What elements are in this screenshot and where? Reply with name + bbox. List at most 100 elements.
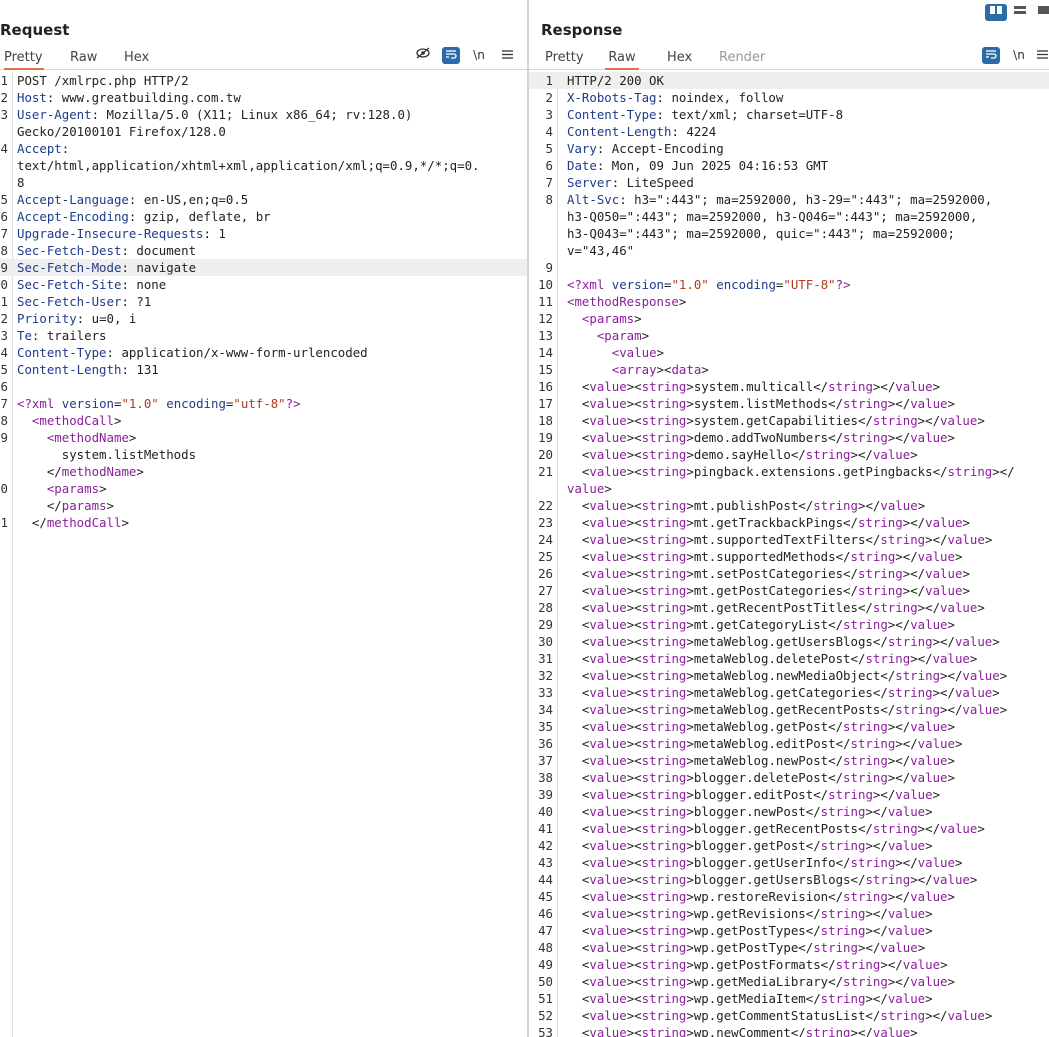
line-text: v="43,46"	[567, 243, 635, 258]
response-title: Response	[541, 21, 623, 39]
line-text: Content-Type: text/xml; charset=UTF-8	[567, 107, 844, 122]
line-text: <value><string>mt.getRecentPostTitles</s…	[567, 600, 985, 615]
code-line: 47 <value><string>wp.getPostTypes</strin…	[529, 922, 1049, 939]
line-number: 23	[538, 515, 553, 530]
line-number: 1	[545, 73, 553, 88]
code-line: 39 <value><string>blogger.editPost</stri…	[529, 786, 1049, 803]
code-line: 3 Content-Type: text/xml; charset=UTF-8	[529, 106, 1049, 123]
tab-raw[interactable]: Raw	[605, 49, 639, 70]
code-line: 19 <value><string>demo.addTwoNumbers</st…	[529, 429, 1049, 446]
line-text: <value><string>system.multicall</string>…	[567, 379, 941, 394]
code-line: 8	[0, 174, 528, 191]
line-number: 10	[538, 277, 553, 292]
layout-stacked-icon[interactable]	[1009, 4, 1031, 21]
line-text: Alt-Svc: h3=":443"; ma=2592000, h3-29=":…	[567, 192, 993, 207]
line-number: 3	[0, 107, 8, 122]
line-text: <value><string>wp.getCommentStatusList</…	[567, 1008, 993, 1023]
line-text: <array><data>	[611, 362, 709, 377]
line-number: 30	[538, 634, 553, 649]
request-editor[interactable]: 1 POST /xmlrpc.php HTTP/2 2 Host: www.great…	[0, 72, 528, 1037]
line-number: 5	[545, 141, 553, 156]
line-text: h3-Q050=":443"; ma=2592000, h3-Q046=":44…	[567, 209, 978, 224]
line-text: <?xml version="1.0" encoding="utf-8"?>	[17, 396, 301, 411]
newline-icon[interactable]: \n	[1010, 47, 1028, 64]
code-line: 18 <methodCall>	[0, 412, 528, 429]
code-line: value>	[529, 480, 1049, 497]
line-text: <value><string>mt.publishPost</string></…	[567, 498, 926, 513]
tab-hex[interactable]: Hex	[667, 49, 692, 68]
code-line: 4 Content-Length: 4224	[529, 123, 1049, 140]
line-number: 49	[538, 957, 553, 972]
hide-nonprintable-icon[interactable]	[414, 47, 432, 64]
code-line: 18 <value><string>system.getCapabilities…	[529, 412, 1049, 429]
code-line: 32 <value><string>metaWeblog.newMediaObj…	[529, 667, 1049, 684]
line-text: POST /xmlrpc.php HTTP/2	[17, 73, 189, 88]
code-line: 23 <value><string>mt.getTrackbackPings</…	[529, 514, 1049, 531]
code-line: 11 <methodResponse>	[529, 293, 1049, 310]
line-text: <value><string>mt.supportedMethods</stri…	[567, 549, 963, 564]
code-line: 2 X-Robots-Tag: noindex, follow	[529, 89, 1049, 106]
line-text: Sec-Fetch-Mode: navigate	[17, 260, 197, 275]
line-number: 19	[538, 430, 553, 445]
code-line: 16	[0, 378, 528, 395]
code-line: 36 <value><string>metaWeblog.editPost</s…	[529, 735, 1049, 752]
code-line: 14 <value>	[529, 344, 1049, 361]
tab-hex[interactable]: Hex	[124, 49, 149, 68]
line-number: 4	[0, 141, 8, 156]
menu-icon[interactable]	[1035, 47, 1049, 64]
line-text: <value><string>system.getCapabilities</s…	[567, 413, 985, 428]
line-text: Accept-Language: en-US,en;q=0.5	[17, 192, 249, 207]
line-text: <value><string>wp.newComment</string></v…	[567, 1025, 918, 1037]
line-text: X-Robots-Tag: noindex, follow	[567, 90, 784, 105]
code-line: system.listMethods	[0, 446, 528, 463]
code-line: 35 <value><string>metaWeblog.getPost</st…	[529, 718, 1049, 735]
line-text: <value><string>blogger.deletePost</strin…	[567, 770, 955, 785]
code-line: 17 <value><string>system.listMethods</st…	[529, 395, 1049, 412]
wrap-lines-icon[interactable]	[982, 47, 1000, 64]
line-text: <value><string>metaWeblog.getRecentPosts…	[567, 702, 1008, 717]
line-text: Content-Length: 4224	[567, 124, 717, 139]
line-number: 48	[538, 940, 553, 955]
line-number: 28	[538, 600, 553, 615]
request-pane: Request Pretty Raw Hex \n 1 POST /xmlrpc.…	[0, 0, 528, 1037]
line-text: h3-Q043=":443"; ma=2592000, quic=":443";…	[567, 226, 955, 241]
wrap-lines-icon[interactable]	[442, 47, 460, 64]
tab-pretty[interactable]: Pretty	[4, 49, 44, 70]
response-editor[interactable]: 1 HTTP/2 200 OK 2 X-Robots-Tag: noindex, fo…	[529, 72, 1049, 1037]
layout-side-by-side-icon[interactable]	[985, 4, 1007, 21]
code-line: 24 <value><string>mt.supportedTextFilter…	[529, 531, 1049, 548]
newline-icon[interactable]: \n	[470, 47, 488, 64]
code-line: 5 Accept-Language: en-US,en;q=0.5	[0, 191, 528, 208]
tab-render[interactable]: Render	[719, 49, 765, 68]
line-number: 44	[538, 872, 553, 887]
line-number: 34	[538, 702, 553, 717]
code-line: 4 Accept:	[0, 140, 528, 157]
code-line: 43 <value><string>blogger.getUserInfo</s…	[529, 854, 1049, 871]
code-line: text/html,application/xhtml+xml,applicat…	[0, 157, 528, 174]
line-number: 45	[538, 889, 553, 904]
line-number: 24	[538, 532, 553, 547]
code-line: 52 <value><string>wp.getCommentStatusLis…	[529, 1007, 1049, 1024]
code-line: 12 Priority: u=0, i	[0, 310, 528, 327]
line-number: 18	[538, 413, 553, 428]
code-line: 7 Upgrade-Insecure-Requests: 1	[0, 225, 528, 242]
line-number: 6	[0, 209, 8, 224]
line-text: <value><string>wp.getPostTypes</string><…	[567, 923, 933, 938]
line-number: 29	[538, 617, 553, 632]
line-text: <value>	[611, 345, 664, 360]
menu-icon[interactable]	[498, 47, 516, 64]
line-text: system.listMethods	[17, 447, 197, 462]
line-text: <value><string>system.listMethods</strin…	[567, 396, 955, 411]
code-line: 8 Alt-Svc: h3=":443"; ma=2592000, h3-29="…	[529, 191, 1049, 208]
layout-tabs-icon[interactable]	[1033, 4, 1049, 21]
line-text: <value><string>blogger.editPost</string>…	[567, 787, 941, 802]
line-number: 35	[538, 719, 553, 734]
code-line: 49 <value><string>wp.getPostFormats</str…	[529, 956, 1049, 973]
line-number: 19	[0, 430, 8, 445]
line-number: 8	[0, 243, 8, 258]
tab-pretty[interactable]: Pretty	[545, 49, 584, 68]
code-line: 20 <value><string>demo.sayHello</string>…	[529, 446, 1049, 463]
tab-raw[interactable]: Raw	[70, 49, 97, 68]
line-number: 4	[545, 124, 553, 139]
line-text: </params>	[17, 498, 114, 513]
